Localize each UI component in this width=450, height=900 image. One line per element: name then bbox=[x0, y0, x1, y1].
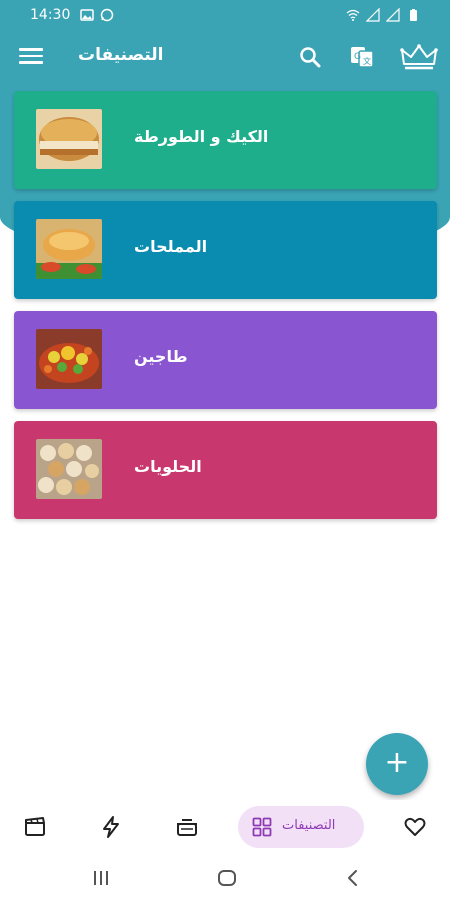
category-card-tajine[interactable]: طاجين bbox=[14, 311, 437, 409]
crown-icon[interactable] bbox=[400, 42, 438, 72]
signal-icon-2 bbox=[386, 8, 400, 22]
cooking-pot-icon[interactable] bbox=[174, 814, 200, 840]
svg-text:文: 文 bbox=[363, 56, 371, 66]
category-label: المملحات bbox=[134, 237, 208, 256]
category-card-sweets[interactable]: الحلويات bbox=[14, 421, 437, 519]
nav-item-label: التصنيفات bbox=[282, 818, 336, 833]
search-icon[interactable] bbox=[296, 43, 324, 71]
category-card-cakes[interactable]: الكيك و الطورطة bbox=[14, 91, 437, 189]
page-title: التصنيفات bbox=[78, 45, 164, 65]
wifi-icon bbox=[346, 9, 360, 21]
category-image-tajine bbox=[36, 329, 102, 389]
status-bar: 14:30 bbox=[0, 0, 450, 32]
add-fab-button[interactable]: + bbox=[366, 733, 428, 795]
category-label: طاجين bbox=[134, 347, 188, 366]
status-time: 14:30 bbox=[30, 7, 71, 23]
nav-item-categories[interactable]: التصنيفات bbox=[238, 806, 364, 848]
category-card-salty[interactable]: المملحات bbox=[14, 201, 437, 299]
svg-text:G: G bbox=[354, 52, 361, 62]
system-icons bbox=[346, 8, 420, 22]
category-image-salty bbox=[36, 219, 102, 279]
system-nav-bar bbox=[0, 855, 450, 900]
bottom-nav: التصنيفات bbox=[0, 800, 450, 855]
gallery-icon bbox=[80, 9, 94, 21]
home-icon[interactable] bbox=[216, 867, 238, 889]
translate-icon[interactable]: G文 bbox=[348, 43, 376, 71]
heart-icon[interactable] bbox=[402, 814, 428, 840]
whatsapp-icon bbox=[100, 8, 114, 22]
category-image-sweets bbox=[36, 439, 102, 499]
menu-icon-line bbox=[19, 54, 43, 57]
category-label: الكيك و الطورطة bbox=[134, 127, 269, 146]
signal-icon bbox=[366, 8, 380, 22]
back-icon[interactable] bbox=[342, 867, 364, 889]
recent-apps-icon[interactable] bbox=[90, 867, 112, 889]
category-list: الكيك و الطورطة المملحات طاجين الحلويات bbox=[14, 91, 437, 531]
menu-icon-line bbox=[19, 48, 43, 51]
clapperboard-icon[interactable] bbox=[22, 814, 48, 840]
menu-icon-line bbox=[19, 61, 43, 64]
menu-button[interactable] bbox=[18, 44, 44, 70]
battery-icon bbox=[410, 9, 417, 21]
app-bar: التصنيفات G文 bbox=[0, 32, 450, 82]
category-label: الحلويات bbox=[134, 457, 202, 476]
grid-icon bbox=[252, 817, 272, 837]
lightning-icon[interactable] bbox=[98, 814, 124, 840]
category-image-cakes bbox=[36, 109, 102, 169]
notification-icons bbox=[80, 8, 114, 22]
